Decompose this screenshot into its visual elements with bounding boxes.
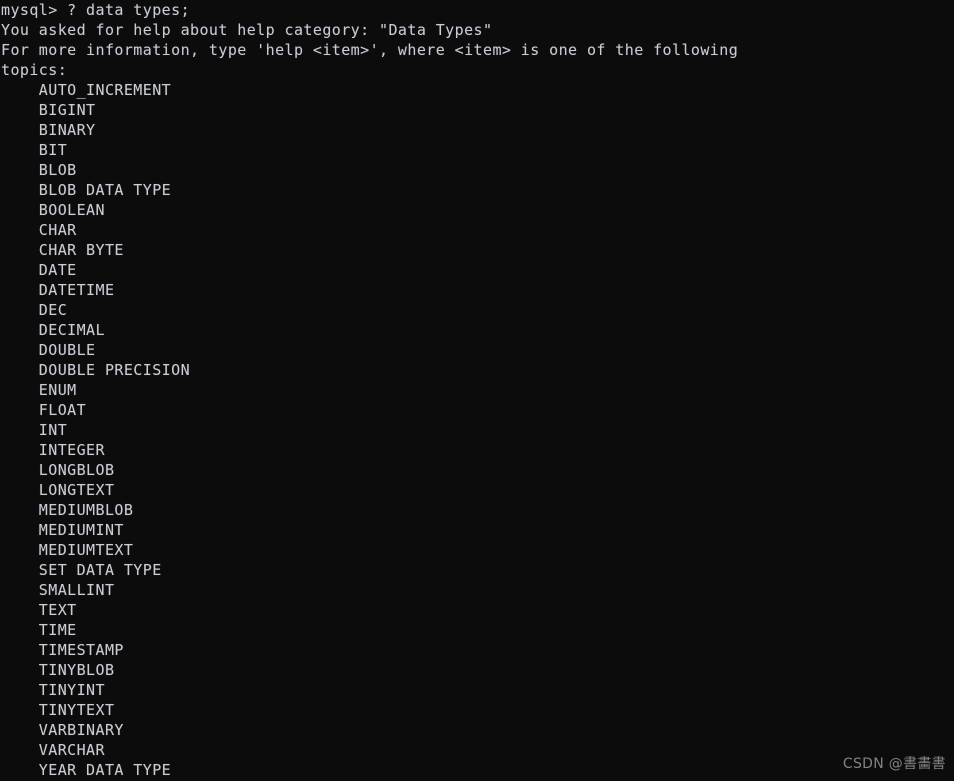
topic-item: CHAR	[1, 221, 77, 239]
terminal-output: mysql> ? data types; You asked for help a…	[0, 0, 954, 780]
topic-item: TINYBLOB	[1, 661, 115, 679]
topic-item: TIMESTAMP	[1, 641, 124, 659]
topic-item: INTEGER	[1, 441, 105, 459]
topic-item: DATE	[1, 261, 77, 279]
topic-item: LONGBLOB	[1, 461, 115, 479]
topic-item: BIT	[1, 141, 68, 159]
topic-item: FLOAT	[1, 401, 87, 419]
topic-item: VARBINARY	[1, 721, 124, 739]
topic-item: DECIMAL	[1, 321, 105, 339]
topic-item: MEDIUMINT	[1, 521, 124, 539]
message-line-3: topics:	[1, 61, 68, 79]
topic-item: YEAR DATA TYPE	[1, 761, 172, 779]
topic-item: DEC	[1, 301, 68, 319]
message-line-2: For more information, type 'help <item>'…	[1, 41, 739, 59]
topic-item: INT	[1, 421, 68, 439]
topic-item: BOOLEAN	[1, 201, 105, 219]
csdn-watermark: CSDN @書畵書	[842, 756, 946, 772]
topic-item: TEXT	[1, 601, 77, 619]
topic-item: DOUBLE PRECISION	[1, 361, 191, 379]
topic-item: TINYTEXT	[1, 701, 115, 719]
prompt-line: mysql> ? data types;	[1, 1, 191, 19]
topic-item: TIME	[1, 621, 77, 639]
topic-item: BIGINT	[1, 101, 96, 119]
topic-item: CHAR BYTE	[1, 241, 124, 259]
topic-item: SET DATA TYPE	[1, 561, 162, 579]
topic-item: DATETIME	[1, 281, 115, 299]
topic-item: VARCHAR	[1, 741, 105, 759]
topic-item: MEDIUMTEXT	[1, 541, 134, 559]
topic-item: BLOB	[1, 161, 77, 179]
topic-item: DOUBLE	[1, 341, 96, 359]
terminal-window[interactable]: mysql> ? data types; You asked for help a…	[0, 0, 954, 781]
topic-item: AUTO_INCREMENT	[1, 81, 172, 99]
topic-item: BLOB DATA TYPE	[1, 181, 172, 199]
topic-item: MEDIUMBLOB	[1, 501, 134, 519]
message-line-1: You asked for help about help category: …	[1, 21, 493, 39]
topic-item: ENUM	[1, 381, 77, 399]
topic-item: BINARY	[1, 121, 96, 139]
topic-item: LONGTEXT	[1, 481, 115, 499]
topic-item: SMALLINT	[1, 581, 115, 599]
topic-item: TINYINT	[1, 681, 105, 699]
